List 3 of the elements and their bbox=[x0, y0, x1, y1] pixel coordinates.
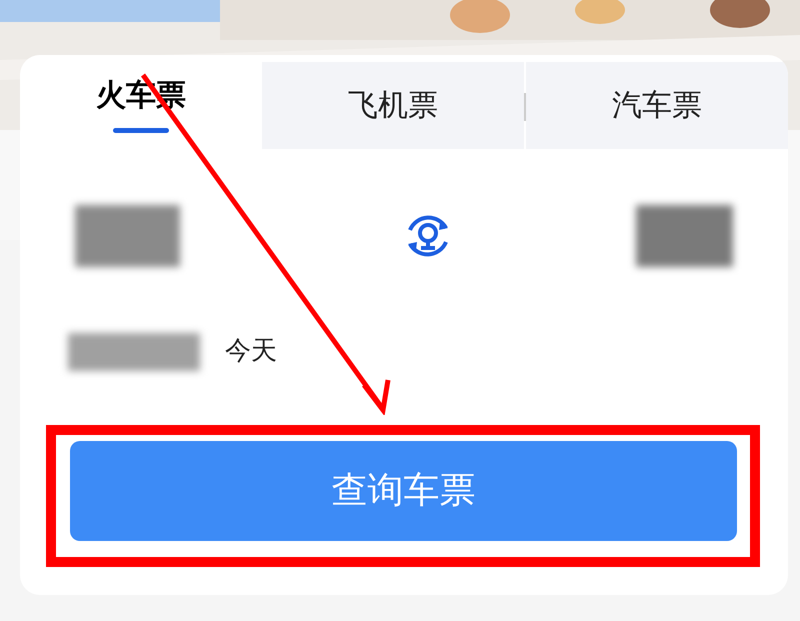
tab[interactable]: 飞机票 bbox=[262, 62, 524, 149]
tab[interactable]: 汽车票 bbox=[526, 62, 788, 149]
date-label: 今天 bbox=[225, 335, 277, 368]
